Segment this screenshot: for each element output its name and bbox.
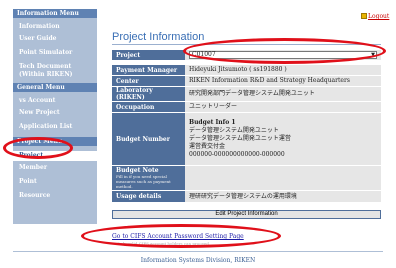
table-row: Budget Number Budget Info 1 データ管理システム開発ユ… [112,113,381,165]
project-select-cell: C01007 ▼ [185,50,381,60]
project-menu-title: Project Menu [13,137,97,146]
laboratory-value: 研究開発部門データ管理システム開発ユニット [185,87,381,101]
edit-project-button[interactable]: Edit Project Information [112,210,381,219]
footer-divider [13,251,383,252]
table-row: Project C01007 ▼ [112,50,381,60]
occupation-label: Occupation [112,102,185,112]
budget-line: 運営費交付金 [189,143,226,150]
sidebar-item-vs-account[interactable]: vs Account [13,97,97,109]
title-divider [112,44,381,45]
spacer [185,61,381,64]
table-row: Budget Note Fill in if you need special … [112,166,381,190]
sidebar-item-tech-document[interactable]: Tech Document (Within RIKEN) [13,63,97,83]
project-select[interactable]: C01007 ▼ [189,51,377,59]
project-info-table: Project C01007 ▼ Payment Manager Hideyuki… [112,49,381,203]
occupation-value: ユニットリーダー [185,102,381,112]
budget-line: データ管理システム開発ユニット運営 [189,135,291,142]
logout-link[interactable]: Logout [361,13,389,20]
table-row: Laboratory (RIKEN) 研究開発部門データ管理システム開発ユニット [112,87,381,101]
budget-note-label-cell: Budget Note Fill in if you need special … [112,166,185,190]
sidebar-item-information[interactable]: Information [13,23,97,35]
logout-label: Logout [368,13,390,20]
sidebar-item-new-project[interactable]: New Project [13,109,97,123]
sidebar-item-project[interactable]: Project [13,151,97,161]
sidebar-item-member[interactable]: Member [13,161,97,175]
center-label: Center [112,76,185,86]
sidebar-item-resource[interactable]: Resource [13,189,97,203]
sidebar-item-point[interactable]: Point [13,175,97,189]
cifs-password-link[interactable]: Go to CIFS Account Password Setting Page [112,233,244,240]
spacer [112,61,185,64]
project-label: Project [112,50,185,60]
sidebar: Information Menu Information User Guide … [13,9,97,224]
table-row: Payment Manager Hideyuki Jitsumoto ( ss1… [112,65,381,75]
laboratory-label: Laboratory (RIKEN) [112,87,185,101]
chevron-down-icon: ▼ [371,52,375,58]
project-select-value: C01007 [192,51,216,58]
table-spacer-row [112,61,381,64]
info-menu-title: Information Menu [13,9,97,18]
general-menu-title: General Menu [13,83,97,92]
budget-line: 000000-000000000000-000000 [189,151,285,158]
usage-details-value: 理研研究データ管理システムの運用環境 [185,191,381,202]
budget-line: データ管理システム開発ユニット [189,127,279,134]
footer-text: Information Systems Division, RIKEN [140,257,256,264]
budget-note-hint: Fill in if you need special measures suc… [116,174,171,189]
sidebar-item-application-list[interactable]: Application List [13,123,97,137]
sidebar-item-point-simulator[interactable]: Point Simulator [13,49,97,63]
budget-info-title: Budget Info 1 [189,119,236,126]
logout-icon [361,13,367,19]
table-row: Occupation ユニットリーダー [112,102,381,112]
budget-number-label: Budget Number [112,113,185,165]
page-title: Project Information [112,31,205,43]
payment-manager-label: Payment Manager [112,65,185,75]
budget-number-value: Budget Info 1 データ管理システム開発ユニット データ管理システム開… [185,113,381,165]
budget-note-value [185,166,381,190]
center-value: RIKEN Information R&D and Strategy Headq… [185,76,381,86]
cifs-note: Only valid CIFS account holders can proc… [117,241,211,246]
table-row: Usage details 理研研究データ管理システムの運用環境 [112,191,381,202]
budget-note-label: Budget Note [116,167,159,174]
table-row: Center RIKEN Information R&D and Strateg… [112,76,381,86]
usage-details-label: Usage details [112,191,185,202]
sidebar-item-user-guide[interactable]: User Guide [13,35,97,49]
payment-manager-value: Hideyuki Jitsumoto ( ss191880 ) [185,65,381,75]
